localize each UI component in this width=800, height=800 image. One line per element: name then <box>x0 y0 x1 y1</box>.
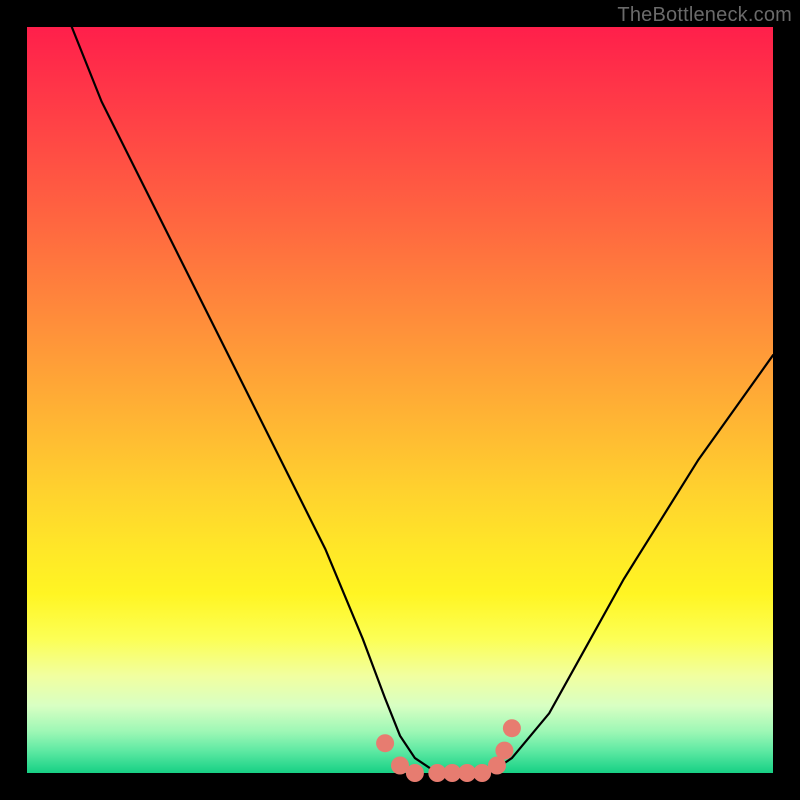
chart-frame: TheBottleneck.com <box>0 0 800 800</box>
bottleneck-curve <box>72 27 773 773</box>
chart-svg <box>27 27 773 773</box>
marker-dot <box>495 742 513 760</box>
marker-dot <box>503 719 521 737</box>
marker-dot <box>376 734 394 752</box>
marker-dot <box>406 764 424 782</box>
watermark-text: TheBottleneck.com <box>617 4 792 27</box>
plot-area <box>27 27 773 773</box>
